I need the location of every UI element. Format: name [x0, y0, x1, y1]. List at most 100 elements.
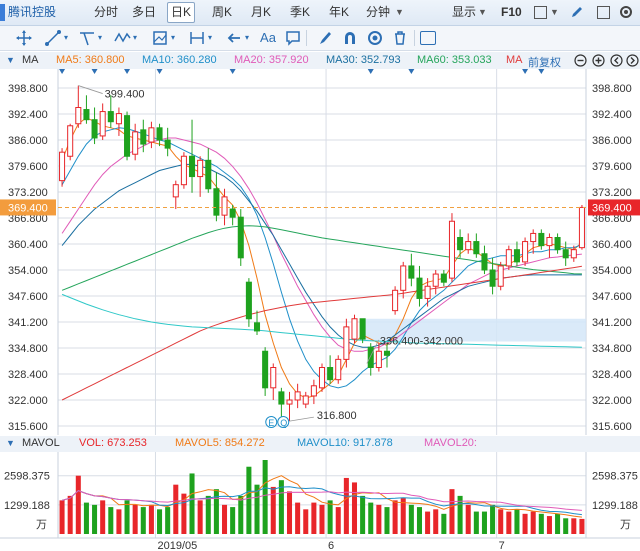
volume-bar-58 [530, 511, 536, 534]
stock-name[interactable]: 腾讯控股 [8, 4, 56, 21]
adjust-mode-selector[interactable]: 前复权 [528, 54, 561, 70]
layout-toggle-icon[interactable] [420, 31, 436, 45]
pen-icon[interactable] [570, 5, 584, 22]
volume-bar-27 [278, 480, 284, 534]
vol-tick-right-1: 1299.188 [592, 500, 638, 512]
display-menu[interactable]: 显示 [452, 4, 476, 21]
event-marker-3 [156, 69, 163, 74]
x-tick-2: 7 [499, 540, 505, 551]
volume-bar-29 [295, 502, 301, 534]
candle-body-62 [562, 249, 569, 259]
y-axis-left: 398.800392.400386.000379.600373.200366.8… [0, 83, 56, 433]
event-badge-q-label: Q [280, 418, 287, 428]
candle-body-8 [124, 115, 131, 157]
volume-bar-39 [376, 504, 382, 534]
period-toolbar: 腾讯控股 分时 多日 日K 周K 月K 季K 年K 分钟 ▼ 显示 ▼ F10 … [0, 0, 640, 26]
volume-bar-37 [360, 495, 366, 534]
volume-chart[interactable]: 2598.375 2598.375 1299.188 1299.188 万 万 2019/… [0, 452, 640, 551]
volume-bar-7 [116, 509, 122, 534]
price-chart[interactable]: 398.800392.400386.000379.600373.200366.8… [0, 69, 640, 435]
line-tool-icon[interactable] [44, 29, 62, 47]
period-tab-quarterly[interactable]: 季K [290, 4, 310, 21]
line-tool-dropdown-icon[interactable]: ▾ [64, 29, 68, 47]
volume-bar-35 [343, 477, 349, 534]
y-tick-left-1: 392.400 [8, 109, 48, 121]
volume-bar-47 [441, 513, 447, 534]
y-tick-right-9: 341.200 [592, 317, 632, 329]
measure-tool-icon[interactable] [151, 29, 169, 47]
brush-icon[interactable] [316, 29, 334, 47]
arrow-tool-icon[interactable] [225, 29, 243, 47]
candle-body-15 [180, 155, 187, 186]
volume-bar-40 [384, 507, 390, 534]
measure-tool-dropdown-icon[interactable]: ▾ [171, 29, 175, 47]
scroll-right-icon[interactable] [626, 54, 639, 67]
volume-bar-6 [108, 507, 114, 534]
wave-tool-dropdown-icon[interactable]: ▾ [133, 29, 137, 47]
volume-bar-46 [433, 509, 439, 534]
period-tab-minute[interactable]: 分钟 [366, 4, 390, 21]
crosshair-icon[interactable] [15, 29, 33, 47]
note-tool-icon[interactable] [284, 29, 302, 47]
candle-body-49 [457, 237, 464, 251]
ma-indicator-name[interactable]: MA [22, 54, 39, 66]
wave-tool-icon[interactable] [113, 29, 131, 47]
y-tick-left-13: 315.600 [8, 421, 48, 433]
window-dropdown-icon[interactable]: ▼ [550, 4, 559, 21]
period-tab-yearly[interactable]: 年K [329, 4, 349, 21]
volume-bar-59 [538, 513, 544, 534]
drawing-toolbar: ▾ ▾ ▾ ▾ ▾ ▾ Aa [0, 26, 640, 51]
candle-body-5 [99, 111, 106, 137]
y-tick-left-4: 373.200 [8, 187, 48, 199]
arrow-tool-dropdown-icon[interactable]: ▾ [245, 29, 249, 47]
candle-body-50 [465, 241, 472, 251]
mavol10-value: MAVOL10: 917.878 [297, 437, 393, 449]
period-tab-multiday[interactable]: 多日 [132, 4, 156, 21]
settings-icon[interactable] [618, 4, 634, 21]
channel-tool-icon[interactable] [78, 29, 96, 47]
scroll-left-icon[interactable] [610, 54, 623, 67]
window-icon[interactable] [534, 6, 547, 19]
candle-body-3 [83, 109, 90, 121]
volume-bar-10 [140, 507, 146, 534]
y-tick-left-8: 347.600 [8, 291, 48, 303]
y-tick-right-13: 315.600 [592, 421, 632, 433]
candle-body-11 [148, 127, 155, 143]
vol-indicator-name[interactable]: MAVOL [22, 437, 60, 449]
range-tool-dropdown-icon[interactable]: ▾ [208, 29, 212, 47]
display-dropdown-icon[interactable]: ▼ [478, 4, 487, 21]
period-tab-intraday[interactable]: 分时 [94, 4, 118, 21]
ma5-value: MA5: 360.800 [56, 54, 125, 66]
candle-body-27 [278, 391, 285, 405]
volume-bar-16 [189, 473, 195, 534]
ma-lines [61, 117, 583, 401]
eye-icon[interactable] [366, 29, 384, 47]
checkbox-icon[interactable] [597, 6, 610, 19]
channel-tool-dropdown-icon[interactable]: ▾ [98, 29, 102, 47]
period-tab-weekly[interactable]: 周K [212, 4, 232, 21]
volume-bar-30 [303, 509, 309, 534]
minute-dropdown-icon[interactable]: ▼ [395, 4, 404, 21]
trash-icon[interactable] [391, 29, 409, 47]
candle-body-6 [107, 111, 114, 123]
period-tab-daily[interactable]: 日K [167, 2, 196, 23]
candle-body-9 [132, 131, 139, 155]
period-tab-monthly[interactable]: 月K [251, 4, 271, 21]
vol-collapse-icon[interactable]: ▼ [6, 438, 15, 448]
candle-body-51 [473, 241, 480, 255]
candle-body-43 [408, 265, 415, 279]
range-tool-icon[interactable] [188, 29, 206, 47]
f10-button[interactable]: F10 [501, 4, 522, 21]
text-tool-button[interactable]: Aa [258, 29, 278, 47]
y-tick-left-2: 386.000 [8, 135, 48, 147]
event-marker-6 [408, 69, 415, 74]
zoom-out-icon[interactable] [574, 54, 587, 67]
y-tick-right-7: 354.000 [592, 265, 632, 277]
y-tick-left-6: 360.400 [8, 239, 48, 251]
y-tick-right-8: 347.600 [592, 291, 632, 303]
zoom-in-icon[interactable] [592, 54, 605, 67]
magnet-icon[interactable] [341, 29, 359, 47]
toolbar-divider [306, 30, 307, 46]
ma-collapse-icon[interactable]: ▼ [6, 55, 15, 65]
candle-body-47 [440, 273, 447, 283]
